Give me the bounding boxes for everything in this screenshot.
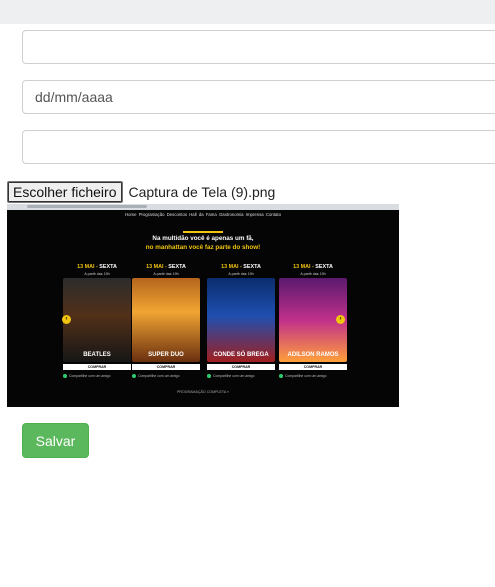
- event-title: BEATLES: [83, 351, 111, 358]
- buy-button: COMPRAR: [132, 364, 200, 370]
- event-poster: BEATLES: [63, 278, 131, 362]
- share-dot-icon: [207, 374, 211, 378]
- share-dot-icon: [132, 374, 136, 378]
- share-dot-icon: [63, 374, 67, 378]
- event-poster: SUPER DUO: [132, 278, 200, 362]
- preview-slogan-line-1: Na multidão você é apenas um fã,: [152, 235, 254, 242]
- date-field[interactable]: dd/mm/aaaa: [22, 80, 495, 114]
- text-field-1[interactable]: [22, 30, 495, 64]
- preview-more-link: PROGRAMAÇÃO COMPLETA »: [176, 390, 230, 394]
- event-title: SUPER DUO: [148, 351, 184, 358]
- preview-accent-line: [183, 231, 223, 233]
- share-dot-icon: [279, 374, 283, 378]
- share-link: Compartilhe com um amigo: [279, 374, 347, 378]
- image-preview: Home Programação Descontos Hall da Fama …: [7, 204, 399, 407]
- buy-button: COMPRAR: [279, 364, 347, 370]
- event-date: 13 MAI - SEXTA: [77, 264, 117, 270]
- preview-nav-item: Imprensa: [245, 212, 264, 217]
- chevron-left-icon: ‹: [62, 315, 71, 324]
- preview-slogan-line-2: no manhattan você faz parte do show!: [145, 244, 261, 251]
- share-link: Compartilhe com um amigo: [63, 374, 131, 378]
- file-input: Escolher ficheiro Captura de Tela (9).pn…: [7, 180, 275, 203]
- buy-button: COMPRAR: [207, 364, 275, 370]
- preview-nav-item: Programação: [138, 212, 165, 217]
- save-button[interactable]: Salvar: [22, 423, 89, 458]
- event-title: CONDE SÓ BREGA: [213, 351, 269, 358]
- top-bar: [0, 0, 495, 24]
- preview-url-bar: [27, 205, 147, 208]
- preview-nav-item: Home: [125, 212, 137, 217]
- text-field-3[interactable]: [22, 130, 495, 164]
- event-card: 13 MAI - SEXTA A partir das 19h SUPER DU…: [132, 264, 200, 382]
- selected-file-name: Captura de Tela (9).png: [128, 183, 276, 200]
- date-field-placeholder: dd/mm/aaaa: [35, 89, 113, 105]
- event-card: 13 MAI - SEXTA A partir das 19h BEATLES …: [63, 264, 131, 382]
- event-title: ADILSON RAMOS: [287, 351, 339, 358]
- event-time: A partir das 19h: [300, 272, 326, 276]
- buy-button: COMPRAR: [63, 364, 131, 370]
- event-date: 13 MAI - SEXTA: [146, 264, 186, 270]
- event-date: 13 MAI - SEXTA: [221, 264, 261, 270]
- share-link: Compartilhe com um amigo: [207, 374, 275, 378]
- event-time: A partir das 19h: [153, 272, 179, 276]
- event-poster: CONDE SÓ BREGA: [207, 278, 275, 362]
- share-link: Compartilhe com um amigo: [132, 374, 200, 378]
- choose-file-button[interactable]: Escolher ficheiro: [7, 180, 123, 203]
- event-card: 13 MAI - SEXTA A partir das 19h CONDE SÓ…: [207, 264, 275, 382]
- preview-browser-chrome: [7, 204, 399, 210]
- preview-nav-item: Gastronomia: [218, 212, 244, 217]
- preview-nav: Home Programação Descontos Hall da Fama …: [7, 212, 399, 217]
- chevron-right-icon: ›: [336, 315, 345, 324]
- event-time: A partir das 19h: [228, 272, 254, 276]
- preview-nav-item: Hall da Fama: [189, 212, 217, 217]
- event-time: A partir das 19h: [84, 272, 110, 276]
- preview-nav-item: Contato: [265, 212, 281, 217]
- preview-nav-item: Descontos: [166, 212, 187, 217]
- event-date: 13 MAI - SEXTA: [293, 264, 333, 270]
